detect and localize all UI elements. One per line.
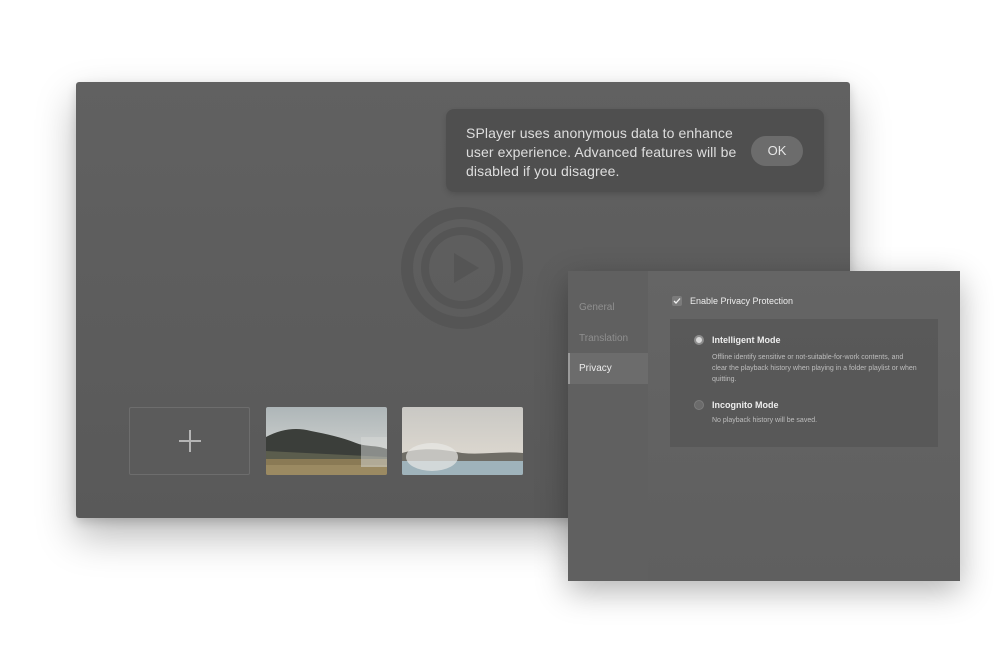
sidebar-item-general[interactable]: General <box>568 292 648 323</box>
sidebar-item-privacy[interactable]: Privacy <box>568 353 648 384</box>
privacy-settings-panel: Enable Privacy Protection Intelligent Mo… <box>648 271 960 581</box>
ok-button[interactable]: OK <box>751 136 803 166</box>
add-media-tile[interactable] <box>129 407 250 475</box>
incognito-mode-title[interactable]: Incognito Mode <box>712 399 779 411</box>
intelligent-mode-title[interactable]: Intelligent Mode <box>712 334 781 346</box>
intelligent-mode-radio[interactable] <box>694 335 704 345</box>
landscape-image-lake <box>402 407 523 475</box>
intelligent-mode-description: Offline identify sensitive or not-suitab… <box>712 354 917 383</box>
landscape-image-mountains <box>266 407 387 475</box>
play-circle-icon[interactable] <box>400 206 524 330</box>
checkmark-icon <box>673 298 681 304</box>
preferences-window: General Translation Privacy Enable Priva… <box>568 271 960 581</box>
incognito-mode-radio[interactable] <box>694 400 704 410</box>
recent-video-thumbnail[interactable] <box>402 407 523 475</box>
preferences-sidebar: General Translation Privacy <box>568 271 648 581</box>
enable-privacy-checkbox[interactable] <box>672 296 682 306</box>
recent-video-thumbnail[interactable] <box>266 407 387 475</box>
incognito-mode-description: No playback history will be saved. <box>712 417 818 424</box>
enable-privacy-label: Enable Privacy Protection <box>690 296 794 306</box>
notice-text: SPlayer uses anonymous data to enhance u… <box>466 125 737 179</box>
sidebar-item-translation[interactable]: Translation <box>568 323 648 354</box>
plus-icon <box>178 430 201 452</box>
privacy-mode-options: Intelligent Mode Offline identify sensit… <box>670 319 938 447</box>
privacy-notice: SPlayer uses anonymous data to enhance u… <box>446 109 824 192</box>
